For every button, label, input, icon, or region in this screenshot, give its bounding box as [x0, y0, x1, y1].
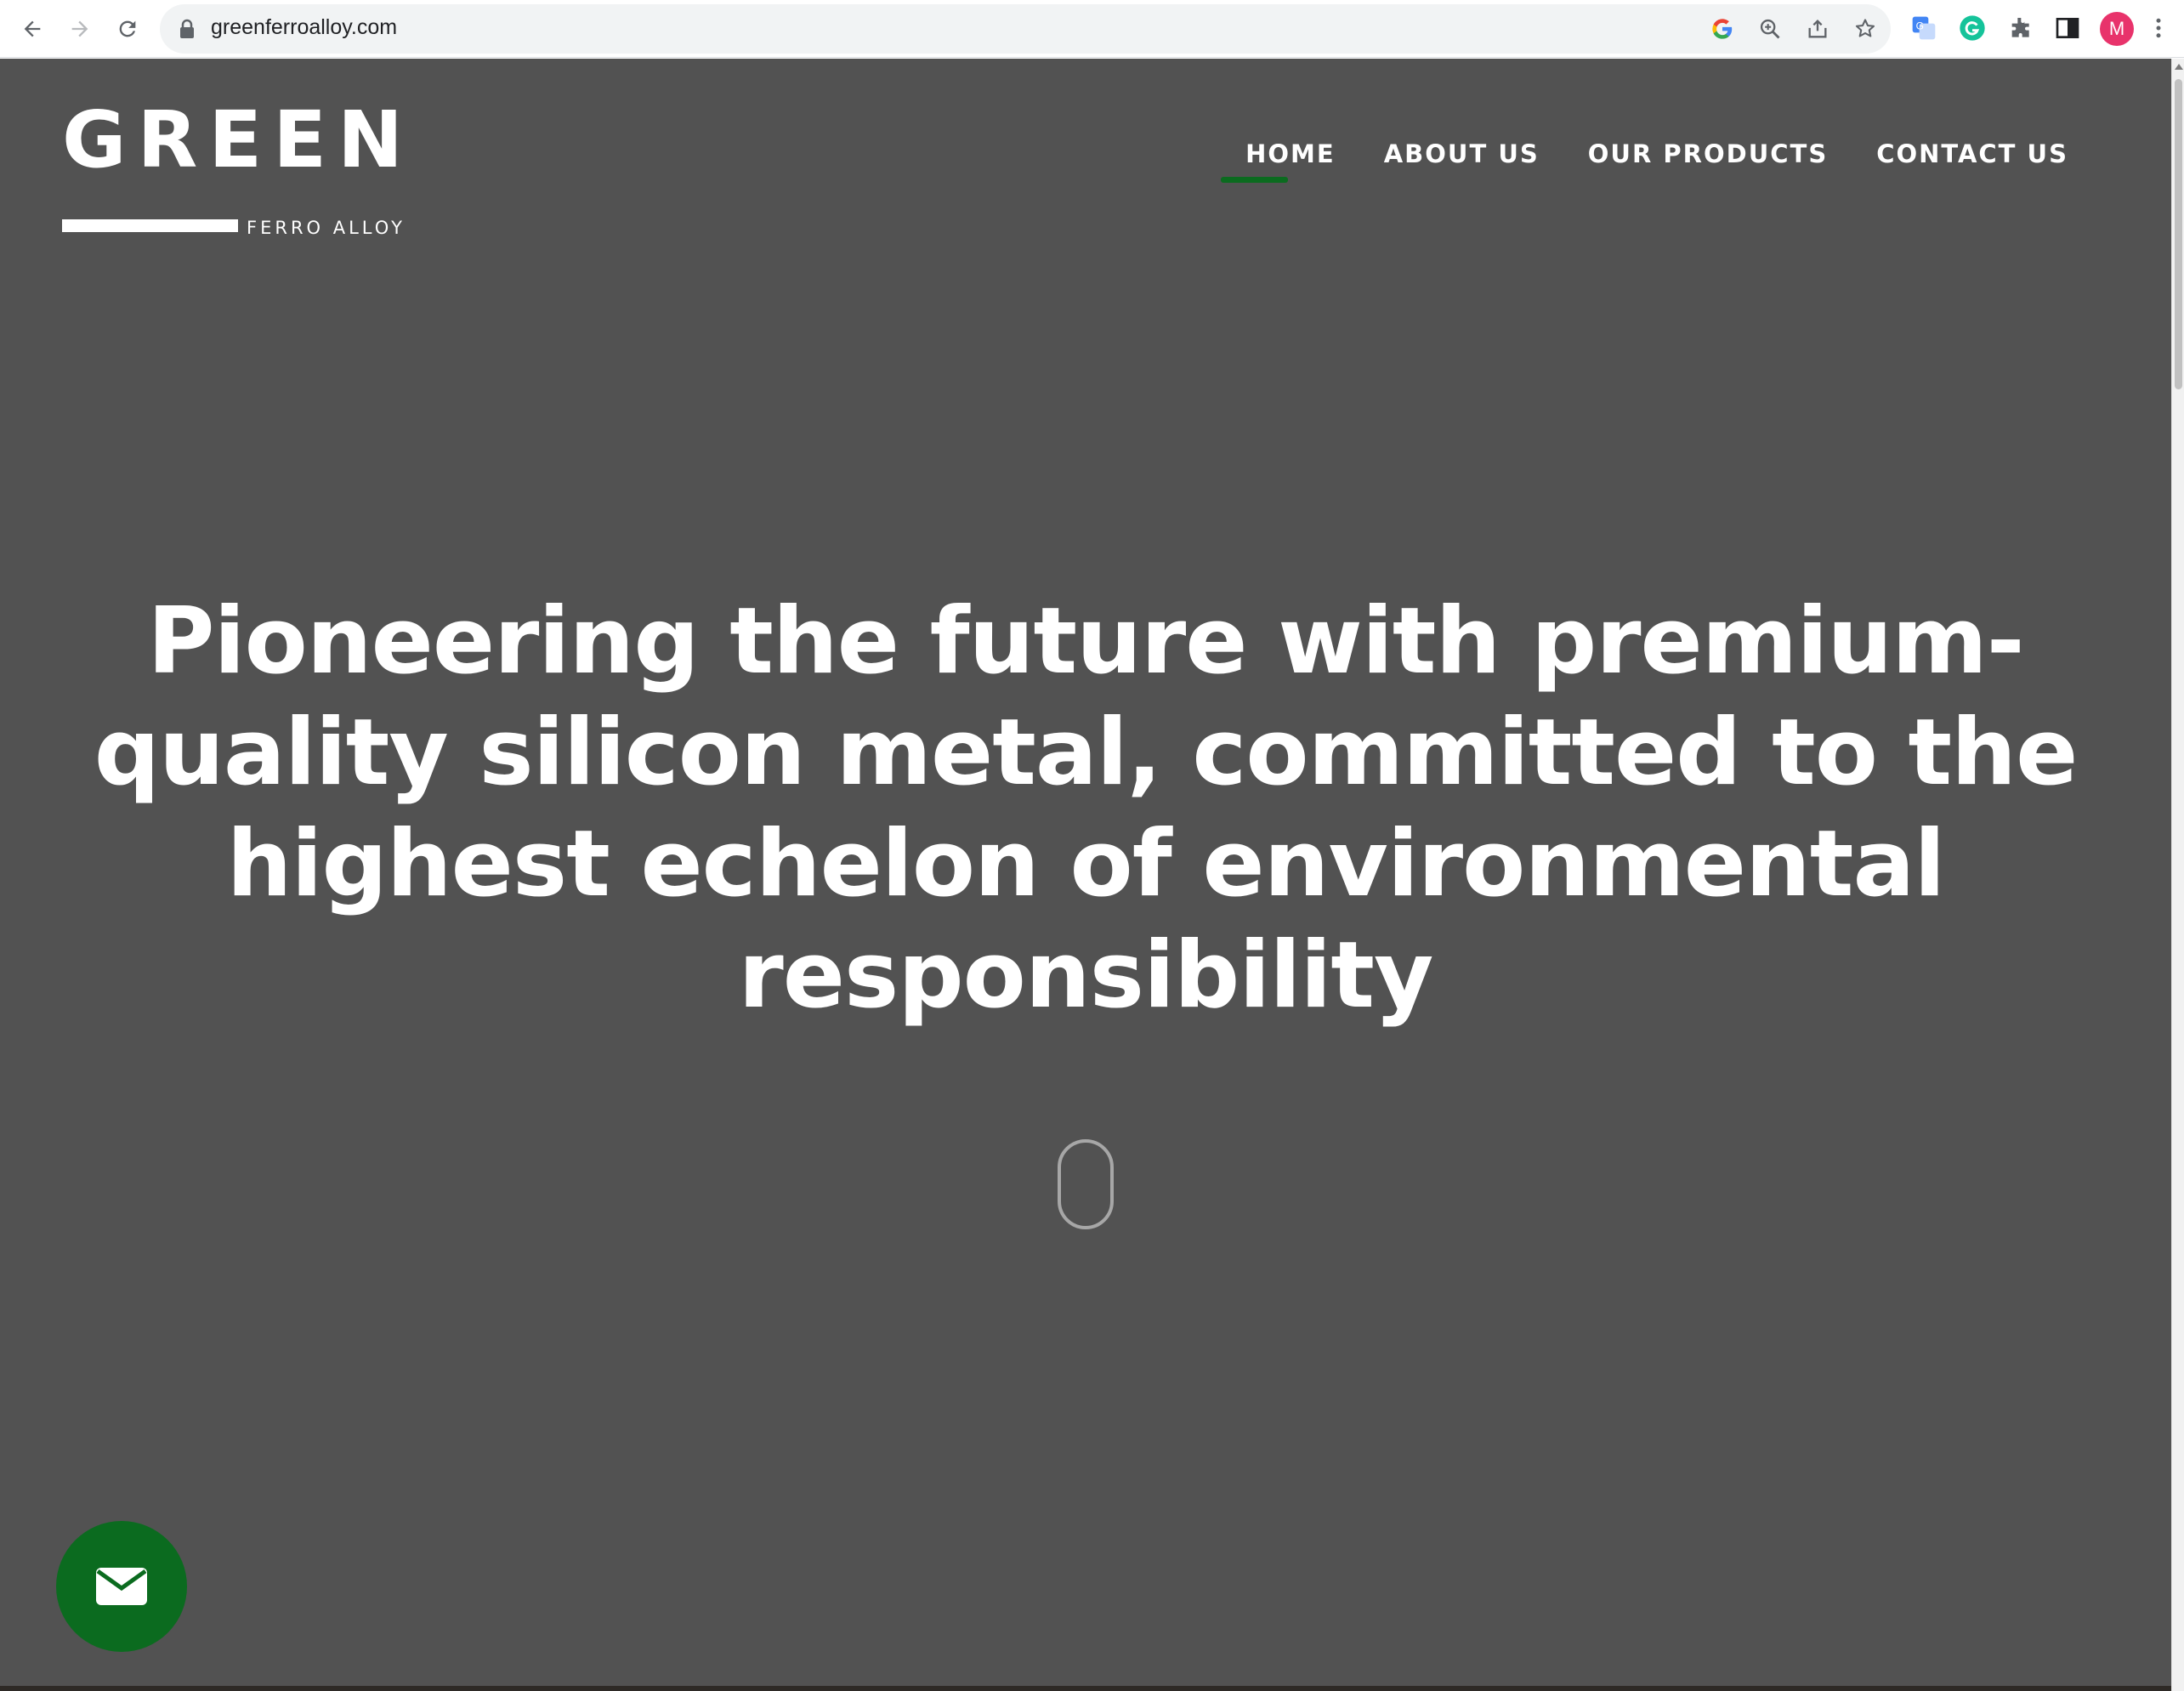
side-panel-icon — [2056, 18, 2079, 38]
address-bar[interactable]: greenferroalloy.com — [160, 4, 1891, 54]
translate-extension[interactable]: G — [1908, 12, 1940, 44]
hero-title-line: responsibility — [738, 922, 1434, 1029]
reload-icon — [119, 20, 136, 37]
zoom-button[interactable] — [1756, 15, 1784, 43]
profile-avatar[interactable]: M — [2100, 12, 2134, 46]
bookmark-button[interactable] — [1852, 15, 1879, 43]
back-button[interactable] — [15, 12, 49, 46]
back-icon — [24, 20, 41, 37]
nav-item-contact-us[interactable]: CONTACT US — [1876, 139, 2068, 168]
zoom-icon — [1760, 19, 1780, 39]
main-navigation: HOME ABOUT US OUR PRODUCTS CONTACT US — [1221, 139, 2068, 183]
active-nav-indicator — [1221, 177, 1289, 183]
hero-title-line: quality silicon metal, committed to the — [94, 700, 2079, 806]
hero-section: Pioneering the future with premium- qual… — [85, 586, 2086, 1031]
translate-icon: G — [1912, 16, 1936, 40]
hero-title-line: highest echelon of environmental — [226, 811, 1946, 917]
nav-item-label: ABOUT US — [1383, 139, 1540, 168]
forward-icon — [71, 20, 88, 37]
forward-button[interactable] — [63, 12, 97, 46]
scrollbar-thumb[interactable] — [2175, 79, 2182, 389]
grammarly-extension[interactable] — [1956, 12, 1988, 44]
logo-bar — [62, 219, 238, 232]
nav-item-our-products[interactable]: OUR PRODUCTS — [1588, 139, 1828, 168]
url-text[interactable]: greenferroalloy.com — [211, 15, 397, 40]
nav-item-about-us[interactable]: ABOUT US — [1384, 139, 1540, 168]
menu-icon — [2156, 18, 2161, 38]
envelope-icon — [96, 1568, 147, 1605]
site-logo[interactable]: GREEN FERRO ALLOY — [62, 101, 419, 254]
browser-toolbar: greenferroalloy.com G M — [0, 0, 2184, 58]
google-icon — [1712, 19, 1733, 39]
bookmark-star-icon — [1855, 19, 1875, 37]
hero-title: Pioneering the future with premium- qual… — [85, 586, 2086, 1031]
reload-button[interactable] — [111, 12, 145, 46]
logo-wordmark: GREEN — [62, 94, 415, 185]
vertical-scrollbar[interactable] — [2171, 59, 2184, 1691]
share-button[interactable] — [1804, 15, 1831, 43]
hero-title-line: Pioneering the future with premium- — [147, 588, 2024, 695]
google-lens-button[interactable] — [1709, 15, 1736, 43]
svg-text:G: G — [1916, 20, 1924, 31]
lock-icon — [180, 19, 194, 38]
extensions-icon — [2011, 18, 2029, 37]
nav-item-home[interactable]: HOME — [1221, 139, 1336, 183]
share-icon — [1808, 20, 1827, 38]
browser-menu-button[interactable] — [2146, 12, 2171, 44]
logo-subtitle: FERRO ALLOY — [247, 218, 406, 238]
nav-item-label: CONTACT US — [1876, 139, 2068, 168]
scroll-up-arrow-icon[interactable] — [2175, 64, 2183, 70]
nav-item-label: HOME — [1245, 139, 1336, 168]
side-panel-button[interactable] — [2051, 12, 2084, 44]
extensions-button[interactable] — [2004, 12, 2036, 44]
next-section-edge — [0, 1686, 2171, 1691]
page-viewport: GREEN FERRO ALLOY HOME ABOUT US OUR PROD… — [0, 59, 2171, 1691]
contact-floating-button[interactable] — [56, 1521, 187, 1652]
scroll-down-mouse-icon[interactable] — [1058, 1139, 1114, 1229]
grammarly-icon — [1960, 15, 1985, 41]
nav-item-label: OUR PRODUCTS — [1587, 139, 1829, 168]
